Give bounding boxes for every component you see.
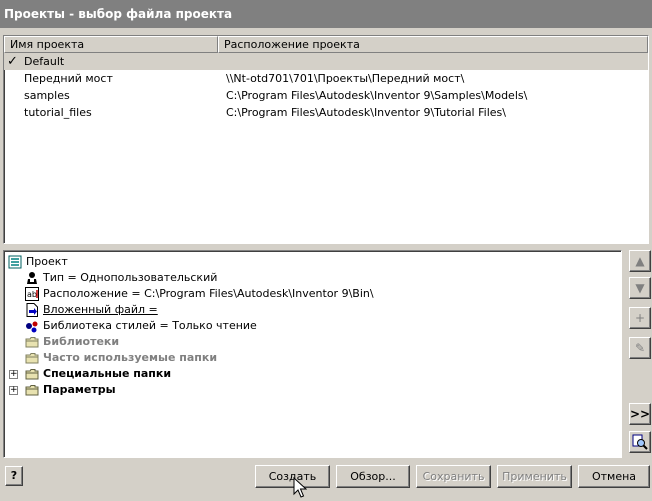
magnifier-icon — [632, 434, 648, 450]
add-path-button[interactable]: + — [629, 307, 651, 329]
user-icon — [27, 272, 37, 284]
project-row-default[interactable]: ✓ Default — [4, 53, 648, 70]
tree-item-included-file[interactable]: Вложенный файл = — [25, 302, 325, 318]
folder-icon — [25, 369, 39, 380]
cancel-button[interactable]: Отмена — [578, 465, 650, 488]
project-properties-tree[interactable]: Проект Тип = Однопользовательский ab Рас… — [3, 250, 622, 458]
project-location: \\Nt-otd701\701\Проекты\Передний мост\ — [226, 72, 465, 85]
folder-icon — [25, 385, 39, 396]
expand-special-folders-toggle[interactable]: + — [9, 370, 18, 379]
move-down-button[interactable]: ▼ — [629, 277, 651, 299]
tree-item-type[interactable]: Тип = Однопользовательский — [25, 270, 425, 286]
project-row[interactable]: tutorial_files C:\Program Files\Autodesk… — [4, 104, 648, 121]
save-button[interactable]: Сохранить — [416, 465, 491, 488]
active-check-icon: ✓ — [7, 54, 18, 69]
tree-item-project[interactable]: Проект — [8, 254, 308, 270]
window-title: Проекты - выбор файла проекта — [0, 0, 652, 28]
tree-item-location[interactable]: ab Расположение = C:\Program Files\Autod… — [25, 286, 445, 302]
find-button[interactable] — [629, 431, 651, 453]
apply-button[interactable]: Применить — [497, 465, 572, 488]
tree-item-parameters[interactable]: Параметры — [25, 382, 325, 398]
help-button[interactable]: ? — [5, 466, 23, 486]
project-row[interactable]: samples C:\Program Files\Autodesk\Invent… — [4, 87, 648, 104]
tree-item-label: Параметры — [43, 383, 116, 396]
move-up-button[interactable]: ▲ — [629, 250, 651, 272]
plus-icon: + — [634, 311, 646, 325]
tree-item-label: Тип = Однопользовательский — [43, 271, 218, 284]
tree-item-special-folders[interactable]: Специальные папки — [25, 366, 325, 382]
tree-item-label: Вложенный файл = — [43, 303, 158, 316]
mouse-cursor-icon — [293, 477, 307, 498]
style-library-icon — [26, 321, 38, 333]
browse-button[interactable]: Обзор... — [336, 465, 410, 488]
tree-item-label: Библиотеки — [43, 335, 120, 348]
double-chevron-right-icon: >> — [630, 407, 651, 421]
project-location — [221, 53, 648, 70]
tree-item-label: Специальные папки — [43, 367, 172, 380]
folder-icon — [25, 337, 39, 348]
edit-button[interactable]: ✎ — [629, 337, 651, 359]
project-icon — [8, 255, 22, 269]
projects-list-header: Имя проекта Расположение проекта — [4, 36, 648, 53]
column-header-project-name[interactable]: Имя проекта — [4, 36, 218, 53]
expand-options-button[interactable]: >> — [629, 403, 651, 425]
arrow-up-icon: ▲ — [635, 254, 645, 268]
arrow-down-icon: ▼ — [635, 281, 645, 295]
tree-item-frequent-folders[interactable]: Часто используемые папки — [25, 350, 325, 366]
pencil-icon: ✎ — [634, 341, 646, 355]
project-name: Default — [24, 55, 65, 68]
project-location: C:\Program Files\Autodesk\Inventor 9\Sam… — [226, 89, 528, 102]
project-location: C:\Program Files\Autodesk\Inventor 9\Tut… — [226, 106, 506, 119]
tree-item-style-library[interactable]: Библиотека стилей = Только чтение — [25, 318, 325, 334]
project-row[interactable]: Передний мост \\Nt-otd701\701\Проекты\Пе… — [4, 70, 648, 87]
tree-item-libraries[interactable]: Библиотеки — [25, 334, 325, 350]
tree-item-label: Библиотека стилей = Только чтение — [43, 319, 257, 332]
projects-list[interactable]: Имя проекта Расположение проекта ✓ Defau… — [3, 35, 649, 244]
text-field-icon: ab — [25, 287, 39, 301]
tree-item-label: Расположение = C:\Program Files\Autodesk… — [43, 287, 374, 300]
project-name: Передний мост — [24, 72, 113, 85]
column-header-project-location[interactable]: Расположение проекта — [218, 36, 648, 53]
tree-item-label: Часто используемые папки — [43, 351, 218, 364]
svg-text:ab: ab — [27, 290, 37, 299]
tree-item-label: Проект — [26, 255, 68, 268]
document-icon — [26, 303, 38, 317]
project-name: tutorial_files — [24, 106, 92, 119]
expand-parameters-toggle[interactable]: + — [9, 386, 18, 395]
project-name: samples — [24, 89, 70, 102]
help-icon: ? — [10, 469, 18, 482]
folder-icon — [25, 353, 39, 364]
